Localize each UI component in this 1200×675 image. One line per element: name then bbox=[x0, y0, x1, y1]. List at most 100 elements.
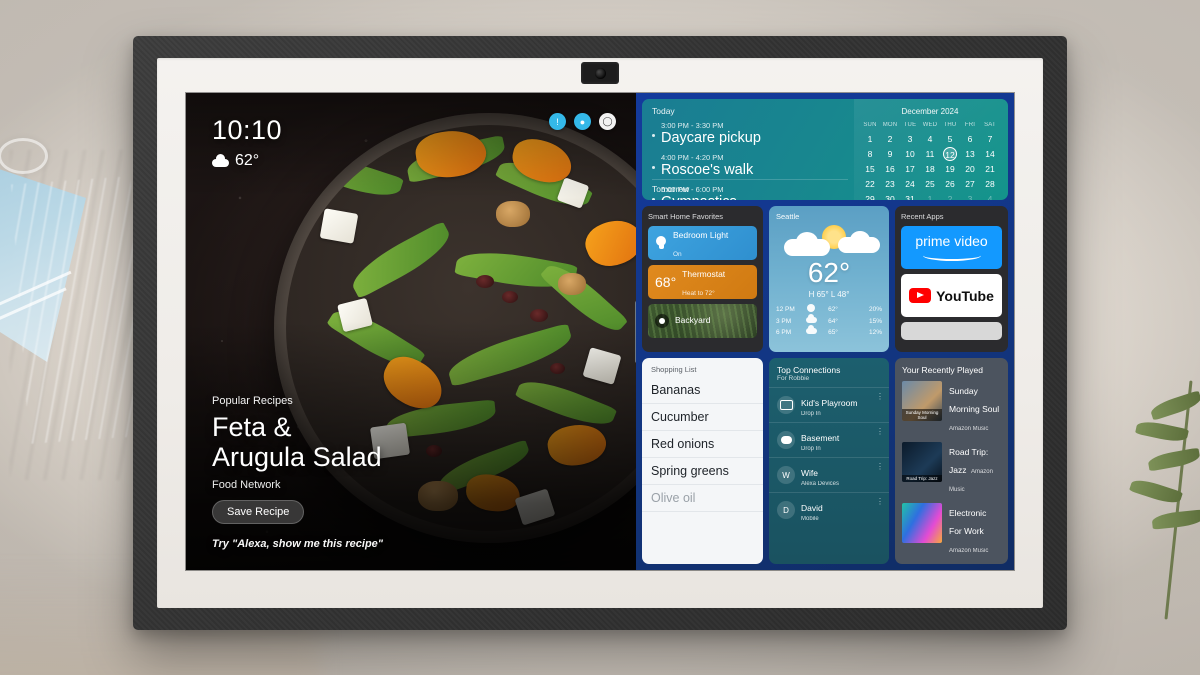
olive-branch-plant bbox=[1096, 380, 1200, 670]
tile-state: On bbox=[673, 251, 682, 258]
agenda-today-label: Today bbox=[652, 106, 675, 116]
calendar-day[interactable]: 2 bbox=[880, 132, 900, 146]
more-options-icon[interactable]: ⋮ bbox=[876, 462, 884, 471]
save-recipe-button[interactable]: Save Recipe bbox=[212, 500, 305, 524]
cloud-icon bbox=[802, 314, 820, 325]
list-item[interactable]: Olive oil bbox=[642, 485, 763, 512]
screen: 10:10 62° ! ● ◯ Popular Recipes Feta & A bbox=[186, 93, 1014, 570]
calendar-day[interactable]: 11 bbox=[920, 147, 940, 161]
calendar-day[interactable]: 19 bbox=[940, 162, 960, 176]
calendar-day[interactable]: 10 bbox=[900, 147, 920, 161]
app-tile-partial[interactable] bbox=[901, 322, 1002, 340]
calendar-day[interactable]: 2 bbox=[940, 192, 960, 200]
calendar-day[interactable]: 20 bbox=[960, 162, 980, 176]
calendar-day[interactable]: 30 bbox=[880, 192, 900, 200]
calendar-day-number: 18 bbox=[925, 164, 935, 174]
connection-row[interactable]: Kid's Playroom Drop In ⋮ bbox=[769, 387, 889, 422]
recipe-title-line1: Feta & bbox=[212, 411, 292, 442]
sun-behind-cloud-icon bbox=[776, 223, 882, 263]
more-options-icon[interactable]: ⋮ bbox=[876, 427, 884, 436]
smart-home-tile-thermostat[interactable]: 68° Thermostat Heat to 72° bbox=[648, 265, 757, 299]
calendar-day[interactable]: 6 bbox=[960, 132, 980, 146]
list-item[interactable]: Bananas bbox=[642, 377, 763, 404]
smart-home-widget[interactable]: Smart Home Favorites Bedroom Light On 68… bbox=[642, 206, 763, 352]
calendar-day-number: 24 bbox=[905, 179, 915, 189]
smart-home-tile-backyard-camera[interactable]: Backyard bbox=[648, 304, 757, 338]
top-connections-widget[interactable]: Top Connections For Robbie Kid's Playroo… bbox=[769, 358, 889, 564]
calendar-day[interactable]: 16 bbox=[880, 162, 900, 176]
calendar-day[interactable]: 23 bbox=[880, 177, 900, 191]
widget-panel: Today 3:00 PM - 3:30 PM Daycare pickup 4… bbox=[636, 93, 1014, 570]
event-title: Gymnastics bbox=[661, 195, 844, 200]
connection-row[interactable]: Basement Drop In ⋮ bbox=[769, 422, 889, 457]
calendar-day[interactable]: 1 bbox=[860, 132, 880, 146]
avatar: W bbox=[777, 466, 795, 484]
album-art bbox=[902, 503, 942, 543]
calendar-day[interactable]: 21 bbox=[980, 162, 1000, 176]
thermostat-temperature: 68° bbox=[655, 274, 677, 290]
calendar-day[interactable]: 4 bbox=[980, 192, 1000, 200]
calendar-widget[interactable]: Today 3:00 PM - 3:30 PM Daycare pickup 4… bbox=[642, 99, 1008, 200]
calendar-day[interactable]: 13 bbox=[960, 147, 980, 161]
calendar-day[interactable]: 1 bbox=[920, 192, 940, 200]
list-item[interactable]: Cucumber bbox=[642, 404, 763, 431]
calendar-day-number: 30 bbox=[885, 194, 895, 200]
calendar-day[interactable]: 26 bbox=[940, 177, 960, 191]
more-options-icon[interactable]: ⋮ bbox=[876, 392, 884, 401]
recent-apps-widget[interactable]: Recent Apps prime video YouTube bbox=[895, 206, 1008, 352]
calendar-day[interactable]: 14 bbox=[980, 147, 1000, 161]
calendar-day[interactable]: 8 bbox=[860, 147, 880, 161]
agenda-event[interactable]: 4:00 PM - 4:20 PM Roscoe's walk bbox=[652, 153, 844, 178]
connection-name: Basement bbox=[801, 433, 840, 443]
calendar-month-label: December 2024 bbox=[901, 107, 959, 116]
list-item[interactable]: Electronic For Work Amazon Music bbox=[902, 503, 1001, 557]
calendar-day-today[interactable]: 12 bbox=[940, 147, 960, 161]
calendar-day[interactable]: 4 bbox=[920, 132, 940, 146]
calendar-day[interactable]: 17 bbox=[900, 162, 920, 176]
connection-row[interactable]: D David Mobile ⋮ bbox=[769, 492, 889, 527]
hour-temp: 65° bbox=[828, 328, 838, 336]
agenda-event[interactable]: 3:00 PM - 3:30 PM Daycare pickup bbox=[652, 121, 844, 146]
calendar-day-number: 4 bbox=[987, 194, 993, 200]
calendar-day[interactable]: 9 bbox=[880, 147, 900, 161]
more-options-icon[interactable]: ⋮ bbox=[876, 497, 884, 506]
weather-widget[interactable]: Seattle 62° H 65° L 48° 12 PM 62° 20% 3 … bbox=[769, 206, 889, 352]
calendar-day[interactable]: 3 bbox=[900, 132, 920, 146]
message-icon[interactable]: ◯ bbox=[599, 113, 616, 130]
calendar-day[interactable]: 31 bbox=[900, 192, 920, 200]
connection-row[interactable]: W Wife Alexa Devices ⋮ bbox=[769, 457, 889, 492]
calendar-day-of-week: SAT bbox=[984, 122, 996, 128]
calendar-day[interactable]: 7 bbox=[980, 132, 1000, 146]
calendar-day-of-week: TUE bbox=[903, 122, 917, 128]
shopping-list-widget[interactable]: Shopping List Bananas Cucumber Red onion… bbox=[642, 358, 763, 564]
calendar-day[interactable]: 5 bbox=[940, 132, 960, 146]
list-item[interactable]: Road Trip: Jazz Road Trip: Jazz Amazon M… bbox=[902, 442, 1001, 496]
app-tile-prime-video[interactable]: prime video bbox=[901, 226, 1002, 269]
connection-meta: Drop In bbox=[801, 446, 821, 452]
calendar-day[interactable]: 29 bbox=[860, 192, 880, 200]
app-tile-youtube[interactable]: YouTube bbox=[901, 274, 1002, 317]
calendar-day[interactable]: 22 bbox=[860, 177, 880, 191]
hour-precip: 20% bbox=[868, 305, 882, 313]
hour-time: 12 PM bbox=[776, 305, 795, 313]
profile-icon[interactable]: ● bbox=[574, 113, 591, 130]
recently-played-widget[interactable]: Your Recently Played Sunday Morning Soul… bbox=[895, 358, 1008, 564]
list-item[interactable]: Red onions bbox=[642, 431, 763, 458]
calendar-day[interactable]: 25 bbox=[920, 177, 940, 191]
calendar-day[interactable]: 18 bbox=[920, 162, 940, 176]
calendar-day[interactable]: 3 bbox=[960, 192, 980, 200]
prime-video-label: prime video bbox=[915, 233, 988, 249]
calendar-day[interactable]: 15 bbox=[860, 162, 880, 176]
recipe-panel[interactable]: 10:10 62° ! ● ◯ Popular Recipes Feta & A bbox=[186, 93, 636, 570]
list-item[interactable]: Spring greens bbox=[642, 458, 763, 485]
calendar-day-number: 28 bbox=[985, 179, 995, 189]
smart-home-tile-bedroom-light[interactable]: Bedroom Light On bbox=[648, 226, 757, 260]
notification-icon[interactable]: ! bbox=[549, 113, 566, 130]
calendar-day[interactable]: 24 bbox=[900, 177, 920, 191]
list-item[interactable]: Sunday Morning Soul Sunday Morning Soul … bbox=[902, 381, 1001, 435]
month-calendar[interactable]: December 2024 SUN MON TUE WED THU FRI SAT 1 2 3 4 5… bbox=[854, 99, 1008, 200]
calendar-day-number: 14 bbox=[985, 149, 995, 159]
calendar-day[interactable]: 27 bbox=[960, 177, 980, 191]
calendar-day[interactable]: 28 bbox=[980, 177, 1000, 191]
calendar-day-number: 6 bbox=[967, 134, 973, 144]
